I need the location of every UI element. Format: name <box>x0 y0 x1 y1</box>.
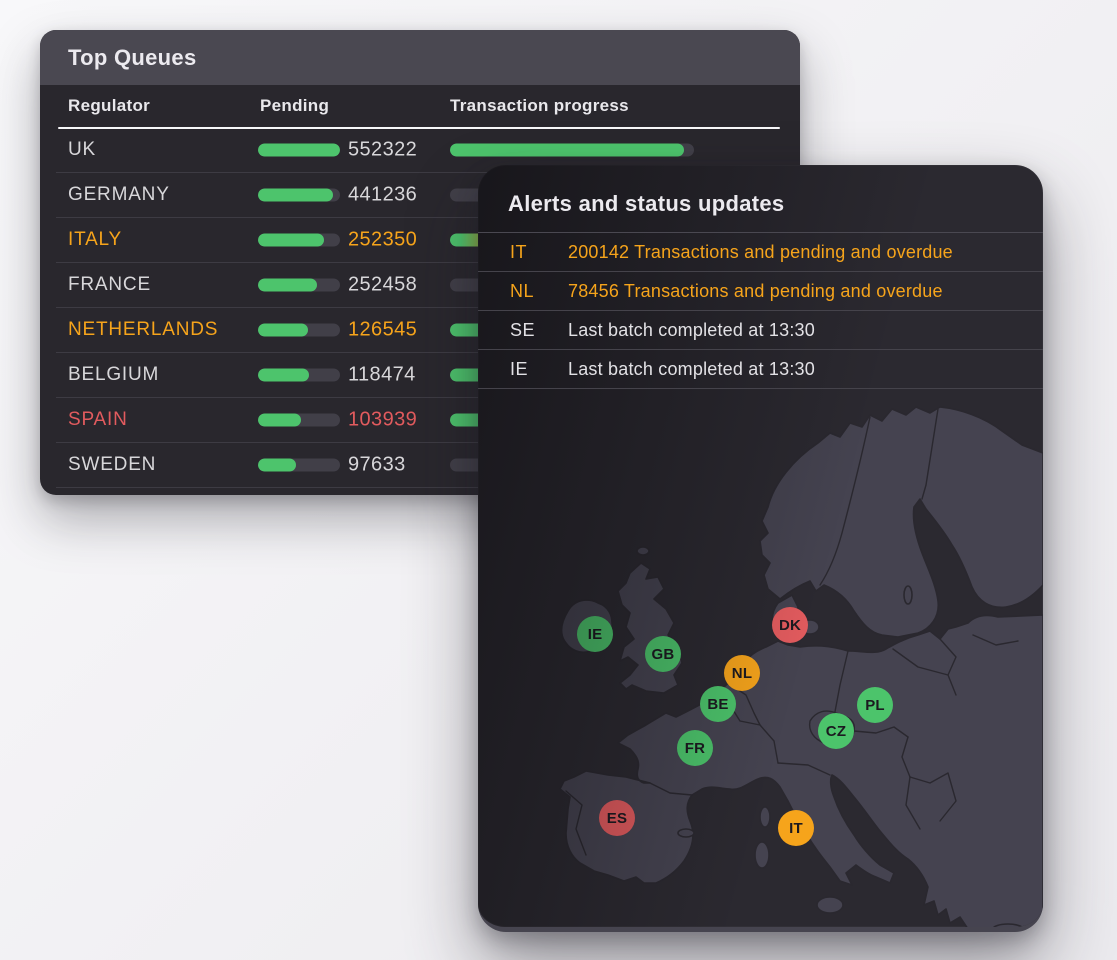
transaction-progress-fill <box>450 144 684 157</box>
pending-value: 252458 <box>348 274 417 297</box>
pending-progress-fill <box>258 414 301 427</box>
regulator-name: SPAIN <box>68 409 128 431</box>
pending-progress-fill <box>258 459 296 472</box>
pending-value: 441236 <box>348 184 417 207</box>
regulator-name: NETHERLANDS <box>68 319 218 341</box>
country-status-badge-nl[interactable]: NL <box>724 655 760 691</box>
country-status-badge-it[interactable]: IT <box>778 810 814 846</box>
country-status-badge-es[interactable]: ES <box>599 800 635 836</box>
country-status-badge-be[interactable]: BE <box>700 686 736 722</box>
country-code-label: FR <box>685 740 705 757</box>
alerts-panel: IE GB DK NL BE PL CZ FR ES IT Alerts and… <box>478 165 1043 932</box>
regulator-name: ITALY <box>68 229 122 251</box>
pending-value: 126545 <box>348 319 417 342</box>
pending-progress-bar <box>258 459 340 472</box>
alerts-title: Alerts and status updates <box>478 165 1043 233</box>
country-status-badge-fr[interactable]: FR <box>677 730 713 766</box>
alert-row[interactable]: IE Last batch completed at 13:30 <box>478 350 1043 389</box>
pending-value: 97633 <box>348 454 406 477</box>
pending-progress-fill <box>258 144 340 157</box>
regulator-name: UK <box>68 139 96 161</box>
country-code-label: IT <box>789 820 803 837</box>
country-code-label: BE <box>707 696 728 713</box>
alerts-list: IT 200142 Transactions and pending and o… <box>478 233 1043 389</box>
country-status-badge-pl[interactable]: PL <box>857 687 893 723</box>
alert-country-code: IE <box>510 359 528 380</box>
country-status-badge-ie[interactable]: IE <box>577 616 613 652</box>
country-code-label: NL <box>732 665 752 682</box>
regulator-name: BELGIUM <box>68 364 159 386</box>
regulator-name: SWEDEN <box>68 454 156 476</box>
pending-progress-bar <box>258 279 340 292</box>
pending-progress-bar <box>258 189 340 202</box>
country-status-badge-dk[interactable]: DK <box>772 607 808 643</box>
pending-value: 118474 <box>348 364 416 387</box>
top-queues-header: Top Queues <box>40 30 800 85</box>
column-header-transaction-progress: Transaction progress <box>450 96 629 116</box>
pending-progress-bar <box>258 414 340 427</box>
alert-message: Last batch completed at 13:30 <box>568 359 815 380</box>
pending-progress-bar <box>258 144 340 157</box>
alert-row[interactable]: SE Last batch completed at 13:30 <box>478 311 1043 350</box>
alert-message: 200142 Transactions and pending and over… <box>568 242 953 263</box>
alert-country-code: SE <box>510 320 535 341</box>
column-header-pending: Pending <box>260 96 329 116</box>
alert-message: Last batch completed at 13:30 <box>568 320 815 341</box>
country-code-label: DK <box>779 617 801 634</box>
top-queues-title: Top Queues <box>68 45 197 71</box>
country-code-label: PL <box>865 697 885 714</box>
country-code-label: ES <box>607 810 627 827</box>
country-code-label: CZ <box>826 723 846 740</box>
table-column-headers: Regulator Pending Transaction progress <box>40 85 800 127</box>
pending-progress-fill <box>258 369 309 382</box>
country-status-badge-cz[interactable]: CZ <box>818 713 854 749</box>
pending-progress-fill <box>258 234 324 247</box>
pending-progress-fill <box>258 324 308 337</box>
regulator-name: GERMANY <box>68 184 170 206</box>
alert-country-code: NL <box>510 281 534 302</box>
pending-progress-fill <box>258 279 317 292</box>
pending-value: 252350 <box>348 229 417 252</box>
country-status-badge-gb[interactable]: GB <box>645 636 681 672</box>
regulator-name: FRANCE <box>68 274 151 296</box>
transaction-progress-bar <box>450 144 694 157</box>
pending-progress-bar <box>258 324 340 337</box>
pending-progress-bar <box>258 369 340 382</box>
pending-value: 552322 <box>348 139 417 162</box>
pending-value: 103939 <box>348 409 417 432</box>
country-code-label: IE <box>588 626 603 643</box>
alert-row[interactable]: IT 200142 Transactions and pending and o… <box>478 233 1043 272</box>
pending-progress-fill <box>258 189 333 202</box>
column-header-regulator: Regulator <box>68 96 150 116</box>
alert-row[interactable]: NL 78456 Transactions and pending and ov… <box>478 272 1043 311</box>
pending-progress-bar <box>258 234 340 247</box>
alert-message: 78456 Transactions and pending and overd… <box>568 281 943 302</box>
country-code-label: GB <box>652 646 675 663</box>
alert-country-code: IT <box>510 242 527 263</box>
